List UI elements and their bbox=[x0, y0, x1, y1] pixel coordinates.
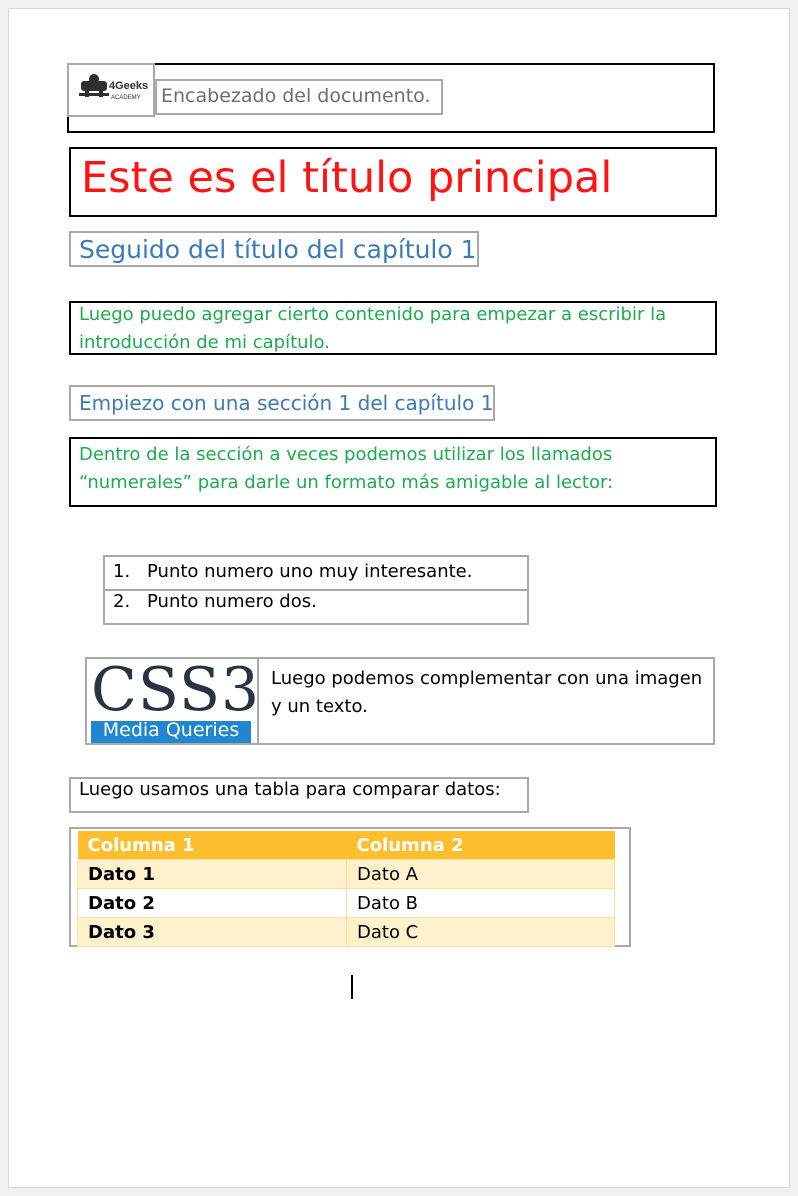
table-header-cell: Columna 1 bbox=[77, 831, 347, 860]
table-row-label[interactable]: Dato 1 bbox=[77, 859, 347, 889]
table-cell[interactable]: Dato A bbox=[346, 859, 615, 889]
list-item: 1. Punto numero uno muy interesante. bbox=[113, 561, 472, 582]
table-cell[interactable]: Dato C bbox=[346, 917, 615, 947]
intro-line-2: introducción de mi capítulo. bbox=[79, 332, 330, 353]
table-row: Dato 3 Dato C bbox=[77, 917, 615, 947]
text-cursor bbox=[351, 975, 353, 999]
section-text: Dentro de la sección a veces podemos uti… bbox=[79, 441, 613, 497]
table-header-row: Columna 1 Columna 2 bbox=[77, 831, 615, 860]
list-item-text: Punto numero uno muy interesante. bbox=[147, 561, 473, 582]
section-text-frame[interactable]: Dentro de la sección a veces podemos uti… bbox=[69, 437, 717, 507]
table-intro-frame[interactable]: Luego usamos una tabla para comparar dat… bbox=[69, 777, 529, 813]
image-caption-line-1: Luego podemos complementar con una image… bbox=[271, 668, 703, 689]
logo-frame: 4Geeks ACADEMY bbox=[67, 63, 155, 117]
image-text-frame[interactable]: CSS3 Media Queries Luego podemos complem… bbox=[85, 655, 715, 745]
section-title-frame[interactable]: Empiezo con una sección 1 del capítulo 1 bbox=[69, 385, 495, 421]
list-item-number: 1. bbox=[113, 561, 131, 582]
table-row-label[interactable]: Dato 3 bbox=[77, 917, 347, 947]
list-item: 2. Punto numero dos. bbox=[113, 591, 317, 612]
intro-frame[interactable]: Luego puedo agregar cierto contenido par… bbox=[69, 301, 717, 355]
table-row: Dato 2 Dato B bbox=[77, 888, 615, 918]
css3-media-queries-image: CSS3 Media Queries bbox=[91, 655, 259, 743]
table-intro-text: Luego usamos una tabla para comparar dat… bbox=[79, 779, 501, 800]
table-frame[interactable]: Columna 1 Columna 2 Dato 1 Dato A Dato 2… bbox=[69, 827, 631, 947]
chapter-title: Seguido del título del capítulo 1 bbox=[79, 235, 477, 264]
svg-text:ACADEMY: ACADEMY bbox=[111, 95, 141, 101]
chapter-title-frame[interactable]: Seguido del título del capítulo 1 bbox=[69, 231, 479, 267]
header-text: Encabezado del documento. bbox=[161, 85, 431, 107]
image-text-divider bbox=[257, 659, 259, 743]
numbered-list-frame[interactable]: 1. Punto numero uno muy interesante. 2. Pu… bbox=[103, 555, 529, 625]
main-title: Este es el título principal bbox=[81, 153, 613, 203]
section-text-line-1: Dentro de la sección a veces podemos uti… bbox=[79, 444, 613, 465]
list-item-number: 2. bbox=[113, 591, 131, 612]
intro-line-1: Luego puedo agregar cierto contenido par… bbox=[79, 304, 667, 325]
4geeks-logo: 4Geeks ACADEMY bbox=[79, 74, 148, 101]
table-row: Dato 1 Dato A bbox=[77, 859, 615, 889]
data-table: Columna 1 Columna 2 Dato 1 Dato A Dato 2… bbox=[77, 831, 615, 947]
image-caption-text: Luego podemos complementar con una image… bbox=[271, 665, 702, 721]
table-cell[interactable]: Dato B bbox=[346, 888, 615, 918]
main-title-frame[interactable]: Este es el título principal bbox=[69, 147, 717, 217]
list-item-text: Punto numero dos. bbox=[147, 591, 317, 612]
table-header-cell: Columna 2 bbox=[346, 831, 615, 860]
svg-text:4Geeks: 4Geeks bbox=[109, 80, 148, 92]
css3-image-word: CSS3 bbox=[91, 655, 261, 725]
header-text-frame[interactable]: Encabezado del documento. bbox=[155, 79, 443, 115]
intro-text: Luego puedo agregar cierto contenido par… bbox=[79, 301, 666, 357]
css3-image-subtitle: Media Queries bbox=[102, 719, 240, 741]
table-row-label[interactable]: Dato 2 bbox=[77, 888, 347, 918]
section-text-line-2: “numerales” para darle un formato más am… bbox=[79, 472, 614, 493]
document-page: 4Geeks ACADEMY Encabezado del documento.… bbox=[8, 8, 790, 1188]
image-caption-line-2: y un texto. bbox=[271, 696, 368, 717]
section-title: Empiezo con una sección 1 del capítulo 1 bbox=[79, 391, 494, 415]
